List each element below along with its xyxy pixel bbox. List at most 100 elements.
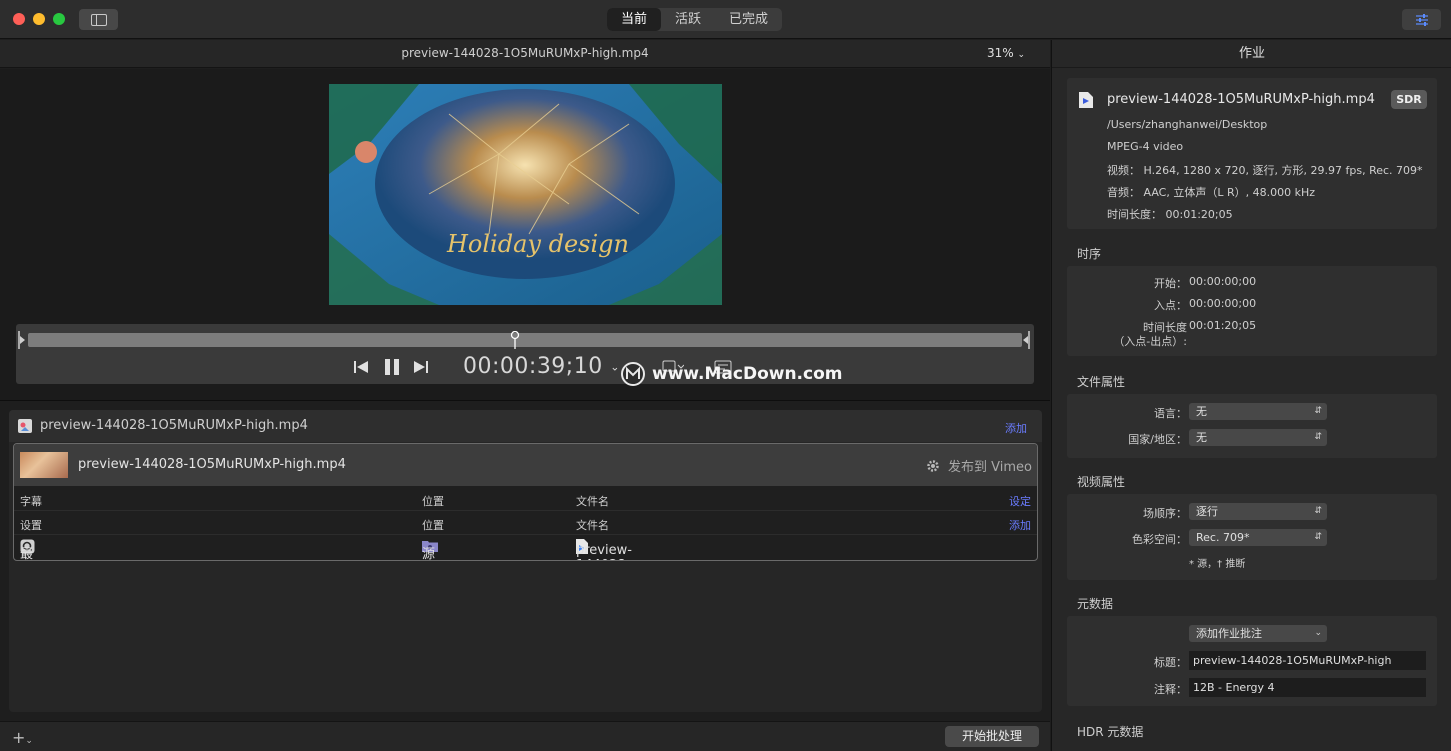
audio-info: 音频： AAC, 立体声（L R）, 48.000 kHz [1107, 186, 1315, 199]
movie-file-icon [1079, 92, 1093, 108]
inspector-panel: 作业 preview-144028-1O5MuRUMxP-high.mp4 SD… [1051, 40, 1451, 751]
zoom-popup[interactable]: 31% ⌄ [987, 46, 1025, 60]
video-info: 视频： H.264, 1280 x 720, 逐行, 方形, 29.97 fps… [1107, 164, 1423, 177]
batch-add-link[interactable]: 添加 [1005, 420, 1027, 436]
color-space-popup[interactable]: Rec. 709* ⇵ [1189, 529, 1327, 546]
output-location-label: 源文件 [422, 547, 436, 561]
job-title: preview-144028-1O5MuRUMxP-high.mp4 [78, 457, 346, 472]
title-label: 标题： [1154, 656, 1187, 669]
output-setting[interactable]: 最高 4K [20, 539, 35, 560]
chevron-down-icon: ⌄ [25, 736, 33, 746]
region-label: 国家/地区： [1128, 433, 1187, 446]
watermark: www.MacDown.com [620, 361, 842, 387]
playhead-icon[interactable] [510, 331, 520, 349]
tab-completed[interactable]: 已完成 [715, 8, 782, 31]
stepper-arrows-icon: ⇵ [1314, 532, 1322, 542]
video-props-box: 场顺序： 逐行 ⇵ 色彩空间： Rec. 709* ⇵ * 源，† 推断 [1067, 494, 1437, 580]
job-header: preview-144028-1O5MuRUMxP-high.mp4 发布到 V… [14, 444, 1037, 486]
skip-forward-button[interactable] [413, 356, 429, 378]
tab-active[interactable]: 活跃 [661, 8, 715, 31]
inspector-toggle-button[interactable] [1402, 9, 1441, 30]
hdr-section-label: HDR 元数据 [1077, 725, 1144, 739]
source-note: * 源，† 推断 [1189, 559, 1246, 570]
zoom-window-button[interactable] [53, 13, 65, 25]
add-job-annotation-popup[interactable]: 添加作业批注 ⌄ [1189, 625, 1327, 642]
publish-vimeo-button[interactable]: 发布到 Vimeo [926, 456, 1032, 475]
in-point-label: 入点： [1154, 299, 1187, 312]
comment-field[interactable]: 12B - Energy 4 [1189, 678, 1426, 697]
color-space-value: Rec. 709* [1196, 531, 1250, 544]
viewer-header: preview-144028-1O5MuRUMxP-high.mp4 31% ⌄ [0, 40, 1050, 68]
field-order-label: 场顺序： [1143, 507, 1187, 520]
pause-icon [385, 359, 399, 375]
close-window-button[interactable] [13, 13, 25, 25]
job-thumbnail [20, 452, 68, 478]
timing-box: 开始： 00:00:00;00 入点： 00:00:00;00 时间长度 （入点… [1067, 266, 1437, 356]
file-type: MPEG-4 video [1107, 140, 1184, 153]
skip-back-icon [354, 361, 368, 373]
captions-header-row: 字幕 位置 文件名 设定 [14, 487, 1037, 511]
chevron-down-icon: ⌄ [1314, 628, 1322, 638]
color-space-label: 色彩空间： [1132, 533, 1187, 546]
start-label: 开始： [1154, 277, 1187, 290]
captions-col-label: 字幕 [20, 495, 42, 508]
settings-add-link[interactable]: 添加 [1009, 517, 1031, 533]
filename-col-label: 文件名 [576, 519, 609, 532]
sliders-icon [1415, 13, 1428, 26]
start-value: 00:00:00;00 [1189, 275, 1257, 288]
skip-forward-icon [414, 361, 428, 373]
minimize-window-button[interactable] [33, 13, 45, 25]
output-filename[interactable]: preview-144028-1O5MuRUMxP-high-最高 4K.mov [576, 539, 632, 560]
settings-col-label: 设置 [20, 519, 42, 532]
bottom-bar: +⌄ 开始批处理 [0, 721, 1050, 751]
captions-set-link[interactable]: 设定 [1009, 493, 1031, 509]
batch-area: preview-144028-1O5MuRUMxP-high.mp4 添加 pr… [0, 402, 1050, 721]
in-point-marker-icon[interactable] [18, 331, 26, 349]
skip-back-button[interactable] [353, 356, 369, 378]
add-item-button[interactable]: +⌄ [12, 728, 33, 747]
location-col-label: 位置 [422, 495, 444, 508]
chevron-down-icon: ⌄ [1017, 50, 1026, 60]
timeline-scrubber[interactable] [28, 333, 1022, 347]
output-location[interactable]: 源文件 [422, 539, 438, 560]
title-field[interactable]: preview-144028-1O5MuRUMxP-high [1189, 651, 1426, 670]
filename-col-label: 文件名 [576, 495, 609, 508]
language-popup[interactable]: 无 ⇵ [1189, 403, 1327, 420]
start-batch-button[interactable]: 开始批处理 [945, 726, 1039, 747]
file-props-box: 语言： 无 ⇵ 国家/地区： 无 ⇵ [1067, 394, 1437, 458]
job-card[interactable]: preview-144028-1O5MuRUMxP-high.mp4 发布到 V… [13, 443, 1038, 561]
zoom-level: 31% [987, 46, 1014, 60]
batch-file-icon [18, 419, 32, 433]
region-value: 无 [1196, 431, 1207, 444]
stepper-arrows-icon: ⇵ [1314, 506, 1322, 516]
chevron-down-icon: ⌄ [610, 360, 620, 374]
viewer-file-name: preview-144028-1O5MuRUMxP-high.mp4 [401, 46, 649, 60]
comment-label: 注释： [1154, 683, 1187, 696]
duration-info: 时间长度： 00:01:20;05 [1107, 208, 1233, 221]
tab-current[interactable]: 当前 [607, 8, 662, 31]
field-order-popup[interactable]: 逐行 ⇵ [1189, 503, 1327, 520]
output-filename-label: preview-144028-1O5MuRUMxP-high-最高 4K.mov [576, 543, 632, 560]
sidebar-icon [90, 13, 107, 26]
duration-label-sub: （入点-出点）: [1113, 335, 1187, 348]
output-row[interactable]: 最高 4K 源文件 preview-144028-1O5MuRUMxP-high… [14, 535, 1037, 560]
file-path: /Users/zhanghanwei/Desktop [1107, 118, 1268, 131]
viewer: Holiday design 00:00:39;10 ⌄ www.MacDown… [0, 69, 1050, 401]
duration-value: 00:01:20;05 [1189, 319, 1257, 332]
language-value: 无 [1196, 405, 1207, 418]
metadata-section-label: 元数据 [1077, 597, 1114, 611]
macdown-logo-icon [621, 362, 645, 386]
timecode-display[interactable]: 00:00:39;10 ⌄ [463, 354, 620, 379]
add-annotation-label: 添加作业批注 [1196, 627, 1262, 640]
sidebar-toggle-button[interactable] [79, 9, 118, 30]
timing-section-label: 时序 [1077, 247, 1102, 261]
output-setting-label: 最高 4K [20, 547, 34, 561]
pause-button[interactable] [383, 356, 401, 378]
svg-text:Holiday design: Holiday design [446, 230, 629, 258]
gear-icon [927, 459, 939, 472]
in-point-value: 00:00:00;00 [1189, 297, 1257, 310]
out-point-marker-icon[interactable] [1022, 331, 1030, 349]
inspector-title: 作业 [1052, 40, 1451, 68]
settings-header-row: 设置 位置 文件名 添加 [14, 511, 1037, 535]
region-popup[interactable]: 无 ⇵ [1189, 429, 1327, 446]
